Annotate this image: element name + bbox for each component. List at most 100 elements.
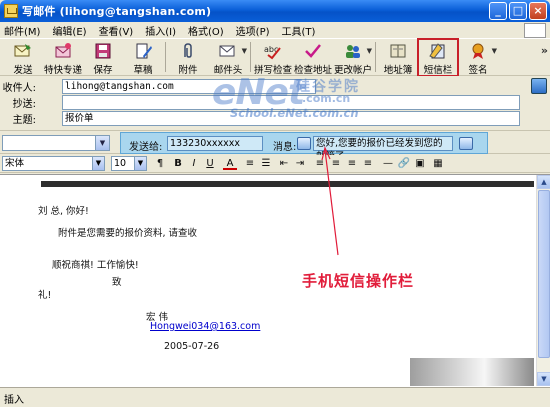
letterhead-bar (41, 181, 534, 187)
chevron-down-icon[interactable]: ▼ (242, 47, 247, 55)
decrease-indent-icon[interactable]: ⇤ (277, 157, 291, 170)
align-left-icon[interactable]: ≡ (313, 157, 327, 170)
save-button[interactable]: 保存 (83, 39, 123, 76)
signature-button[interactable]: 签名 ▼ (458, 39, 498, 76)
justify-icon[interactable]: ≡ (361, 157, 375, 170)
attachment-icon (177, 41, 199, 61)
style-icon[interactable]: ¶ (153, 157, 167, 170)
underline-icon[interactable]: U (203, 157, 217, 170)
sms-recipient-input[interactable]: 133230xxxxxx (167, 136, 263, 151)
minimize-button[interactable]: _ (489, 2, 507, 20)
closing-text-2: 礼! (38, 290, 52, 301)
check-address-button[interactable]: 检查地址 (293, 39, 333, 76)
align-right-icon[interactable]: ≡ (345, 157, 359, 170)
vertical-scrollbar[interactable]: ▲ ▼ (536, 175, 550, 386)
express-icon (52, 41, 74, 61)
menu-tools[interactable]: 工具(T) (282, 23, 316, 38)
attachment-button[interactable]: 附件 (168, 39, 208, 76)
annotation-label: 手机短信操作栏 (302, 272, 415, 290)
to-label: 收件人: (2, 82, 36, 94)
draft-button[interactable]: 草稿 (123, 39, 163, 76)
bullet-list-icon[interactable]: ☰ (259, 157, 273, 170)
address-book-button[interactable]: 地址簿 (378, 39, 418, 76)
embedded-image (410, 358, 534, 386)
hyperlink-icon[interactable]: 🔗 (397, 157, 411, 170)
mail-app-icon (4, 4, 18, 18)
window-controls: _ □ × (489, 2, 547, 20)
increase-indent-icon[interactable]: ⇥ (293, 157, 307, 170)
align-center-icon[interactable]: ≡ (329, 157, 343, 170)
numbered-list-icon[interactable]: ≡ (243, 157, 257, 170)
chevron-down-icon[interactable]: ▼ (492, 47, 497, 55)
menu-view[interactable]: 查看(V) (99, 23, 134, 38)
send-icon (12, 41, 34, 61)
check-address-icon (302, 41, 324, 61)
closing-text-1: 致 (112, 277, 122, 288)
envelope-send-icon[interactable] (531, 78, 547, 94)
table-icon[interactable]: ▦ (431, 157, 445, 170)
watermark-domain: .com.cn (302, 92, 351, 105)
font-select[interactable]: 宋体 ▼ (2, 156, 105, 171)
spellcheck-button[interactable]: abc 拼写检查 (253, 39, 293, 76)
status-bar: 插入 (0, 387, 550, 407)
mail-header-button[interactable]: 邮件头 ▼ (208, 39, 248, 76)
menu-insert[interactable]: 插入(I) (145, 23, 176, 38)
scroll-down-icon[interactable]: ▼ (537, 372, 550, 386)
menu-edit[interactable]: 编辑(E) (52, 23, 86, 38)
account-select[interactable]: ▼ (2, 135, 110, 151)
sms-bar-button[interactable]: 短信栏 (417, 38, 459, 77)
menu-bar: 邮件(M) 编辑(E) 查看(V) 插入(I) 格式(O) 选项(P) 工具(T… (0, 22, 550, 39)
sms-send-icon[interactable] (459, 137, 473, 150)
chevron-down-icon[interactable]: ▼ (367, 47, 372, 55)
sms-bar: ▼ 发送给: 133230xxxxxx 消息: 您好,您要的报价已经发到您的邮箱… (0, 130, 550, 162)
body-line-1: 附件是您需要的报价资料, 请查收 (58, 228, 198, 239)
toolbar-overflow-icon[interactable]: » (541, 44, 548, 57)
date-text: 2005-07-26 (164, 341, 220, 352)
toolbar: 发送 特快专递 保存 草稿 附件 邮件头 ▼ abc 拼写检查 检查地址 更改帐… (0, 38, 550, 77)
cc-label: 抄送: (12, 98, 36, 110)
scroll-thumb[interactable] (538, 190, 550, 358)
scroll-up-icon[interactable]: ▲ (537, 175, 550, 189)
toolbar-separator (165, 42, 166, 72)
save-icon (92, 41, 114, 61)
font-color-icon[interactable]: A (223, 157, 237, 170)
cc-book-icon[interactable] (44, 96, 58, 108)
windows-flag-icon (524, 23, 546, 38)
signature-icon (467, 41, 489, 61)
image-icon[interactable]: ▣ (413, 157, 427, 170)
sms-contact-icon[interactable] (297, 137, 311, 150)
maximize-button[interactable]: □ (509, 2, 527, 20)
menu-format[interactable]: 格式(O) (188, 23, 224, 38)
font-size-select[interactable]: 10 ▼ (111, 156, 147, 171)
chevron-down-icon[interactable]: ▼ (92, 157, 104, 170)
sms-panel: 发送给: 133230xxxxxx 消息: 您好,您要的报价已经发到您的邮箱了 (120, 132, 488, 162)
sms-message-input[interactable]: 您好,您要的报价已经发到您的邮箱了 (313, 136, 453, 162)
bold-icon[interactable]: B (171, 157, 185, 170)
change-account-button[interactable]: 更改帐户 ▼ (333, 39, 373, 76)
send-button[interactable]: 发送 (3, 39, 43, 76)
menu-options[interactable]: 选项(P) (236, 23, 270, 38)
change-account-icon (342, 41, 364, 61)
spellcheck-icon: abc (262, 41, 284, 61)
format-toolbar: 宋体 ▼ 10 ▼ ¶ B I U A ≡ ☰ ⇤ ⇥ ≡ ≡ ≡ ≡ — 🔗 … (0, 155, 550, 173)
chevron-down-icon[interactable]: ▼ (95, 136, 109, 150)
express-send-button[interactable]: 特快专递 (43, 39, 83, 76)
toolbar-separator (375, 42, 376, 72)
sms-message-label: 消息: (273, 142, 297, 153)
menu-mail[interactable]: 邮件(M) (4, 23, 40, 38)
horizontal-rule-icon[interactable]: — (381, 157, 395, 170)
chevron-down-icon[interactable]: ▼ (134, 157, 146, 170)
window-title: 写邮件 (lihong@tangshan.com) (22, 5, 212, 18)
status-text: 插入 (4, 395, 24, 406)
body-line-2: 顺祝商祺! 工作愉快! (52, 260, 139, 271)
message-document[interactable]: 刘 总, 你好! 附件是您需要的报价资料, 请查收 顺祝商祺! 工作愉快! 致 … (4, 175, 534, 386)
watermark-url: School.eNet.com.cn (230, 106, 359, 120)
sms-bar-icon (427, 41, 449, 61)
sms-recipient-label: 发送给: (129, 142, 163, 153)
close-button[interactable]: × (529, 2, 547, 20)
sender-email-link[interactable]: Hongwei034@163.com (150, 321, 260, 332)
toolbar-separator (250, 42, 251, 72)
to-book-icon[interactable] (44, 80, 58, 92)
italic-icon[interactable]: I (187, 157, 201, 170)
message-body[interactable]: 刘 总, 你好! 附件是您需要的报价资料, 请查收 顺祝商祺! 工作愉快! 致 … (0, 174, 550, 387)
